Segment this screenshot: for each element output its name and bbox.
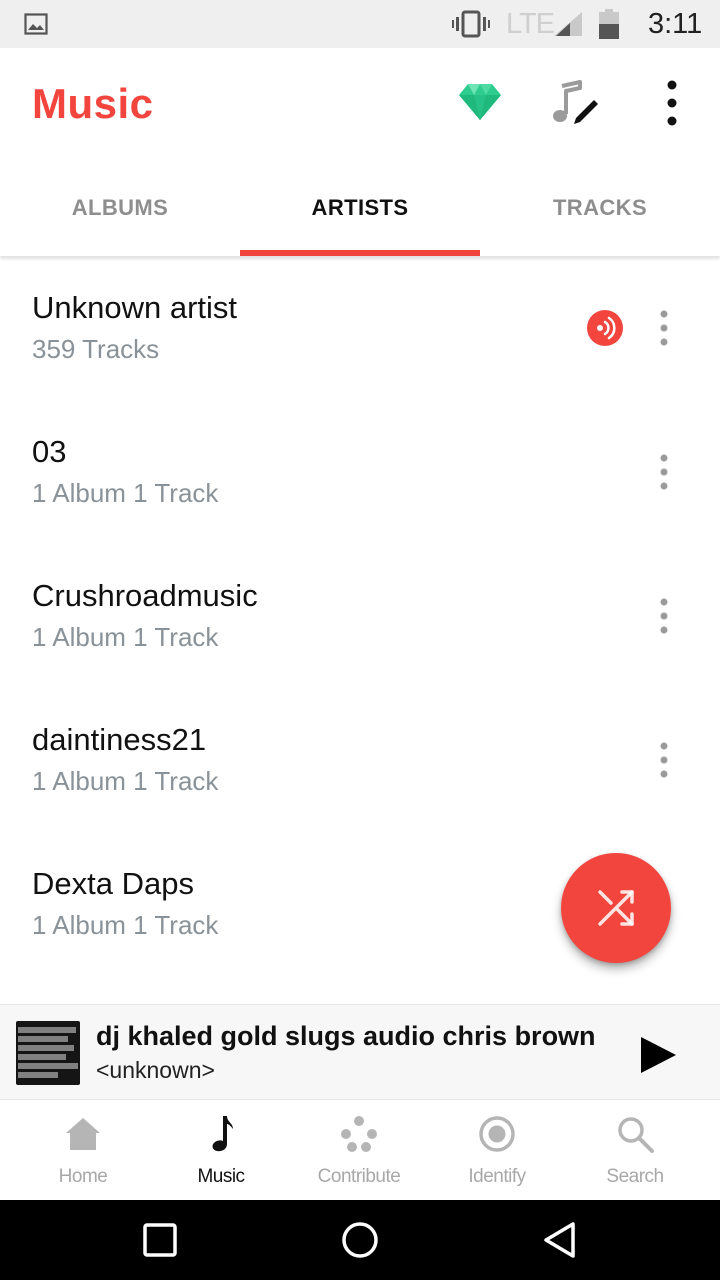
contribute-icon xyxy=(341,1116,377,1152)
row-more-icon[interactable] xyxy=(652,308,676,348)
system-navigation-bar xyxy=(0,1200,720,1280)
album-art-thumbnail xyxy=(16,1021,80,1085)
nav-identify-label: Identify xyxy=(468,1166,526,1187)
tab-bar: ALBUMS ARTISTS TRACKS xyxy=(0,160,720,256)
artist-name: Unknown artist xyxy=(32,290,238,325)
more-vert-icon[interactable] xyxy=(658,80,686,126)
tab-artists[interactable]: ARTISTS xyxy=(240,160,480,256)
app-title: Music xyxy=(32,80,154,127)
clock: 3:11 xyxy=(648,8,703,40)
live-radio-icon[interactable] xyxy=(586,309,624,347)
artist-album-track-count: 1 Album 1 Track xyxy=(32,478,219,508)
artist-album-track-count: 1 Album 1 Track xyxy=(32,910,219,940)
diamond-icon[interactable] xyxy=(458,82,502,122)
tab-tracks[interactable]: TRACKS xyxy=(480,160,720,256)
artist-row[interactable]: Unknown artist 359 Tracks xyxy=(0,256,720,400)
status-bar: LTE 3:11 xyxy=(0,0,720,48)
battery-icon xyxy=(599,9,619,39)
music-app-screen: LTE 3:11 Music ALBUMS ARTISTS TRACKS Unk… xyxy=(0,0,720,1280)
nav-identify[interactable]: Identify xyxy=(428,1100,566,1200)
nav-music-label: Music xyxy=(197,1166,245,1187)
row-more-icon[interactable] xyxy=(652,452,676,492)
back-icon[interactable] xyxy=(540,1220,580,1260)
vibrate-icon xyxy=(452,10,490,38)
now-playing-title: dj khaled gold slugs audio chris brown xyxy=(96,1021,596,1051)
row-more-icon[interactable] xyxy=(652,596,676,636)
play-icon[interactable] xyxy=(638,1035,678,1075)
artist-track-count: 359 Tracks xyxy=(32,334,160,364)
home-button-icon[interactable] xyxy=(340,1220,380,1260)
nav-music[interactable]: Music xyxy=(152,1100,290,1200)
artist-album-track-count: 1 Album 1 Track xyxy=(32,622,219,652)
tab-albums[interactable]: ALBUMS xyxy=(0,160,240,256)
signal-icon xyxy=(554,12,582,36)
nav-search[interactable]: Search xyxy=(566,1100,704,1200)
nav-home[interactable]: Home xyxy=(14,1100,152,1200)
shuffle-fab-button[interactable] xyxy=(561,853,671,963)
gallery-notification-icon xyxy=(24,13,48,35)
search-icon xyxy=(618,1117,654,1153)
music-note-icon xyxy=(212,1116,233,1152)
artist-row[interactable]: Crushroadmusic 1 Album 1 Track xyxy=(0,544,720,688)
app-bar: Music xyxy=(0,48,720,158)
recent-apps-icon[interactable] xyxy=(140,1220,180,1260)
artist-album-track-count: 1 Album 1 Track xyxy=(32,766,219,796)
identify-icon xyxy=(479,1116,515,1152)
nav-contribute-label: Contribute xyxy=(317,1166,401,1187)
artist-name: 03 xyxy=(32,434,67,469)
shuffle-icon xyxy=(598,890,634,926)
artist-name: Crushroadmusic xyxy=(32,578,258,613)
nav-contribute[interactable]: Contribute xyxy=(290,1100,428,1200)
nav-search-label: Search xyxy=(606,1166,664,1187)
artist-name: Dexta Daps xyxy=(32,866,194,901)
now-playing-artist: <unknown> xyxy=(96,1057,215,1083)
lyrics-edit-icon[interactable] xyxy=(550,78,600,128)
artist-name: daintiness21 xyxy=(32,722,207,757)
artist-row[interactable]: 03 1 Album 1 Track xyxy=(0,400,720,544)
bottom-navigation: Home Music Contribute Identify Search xyxy=(0,1100,720,1200)
nav-home-label: Home xyxy=(58,1166,108,1187)
artist-row[interactable]: daintiness21 1 Album 1 Track xyxy=(0,688,720,832)
network-type-label: LTE xyxy=(506,8,555,40)
row-more-icon[interactable] xyxy=(652,740,676,780)
now-playing-bar[interactable]: dj khaled gold slugs audio chris brown <… xyxy=(0,1004,720,1100)
active-tab-indicator xyxy=(240,250,480,256)
home-icon xyxy=(66,1118,100,1150)
